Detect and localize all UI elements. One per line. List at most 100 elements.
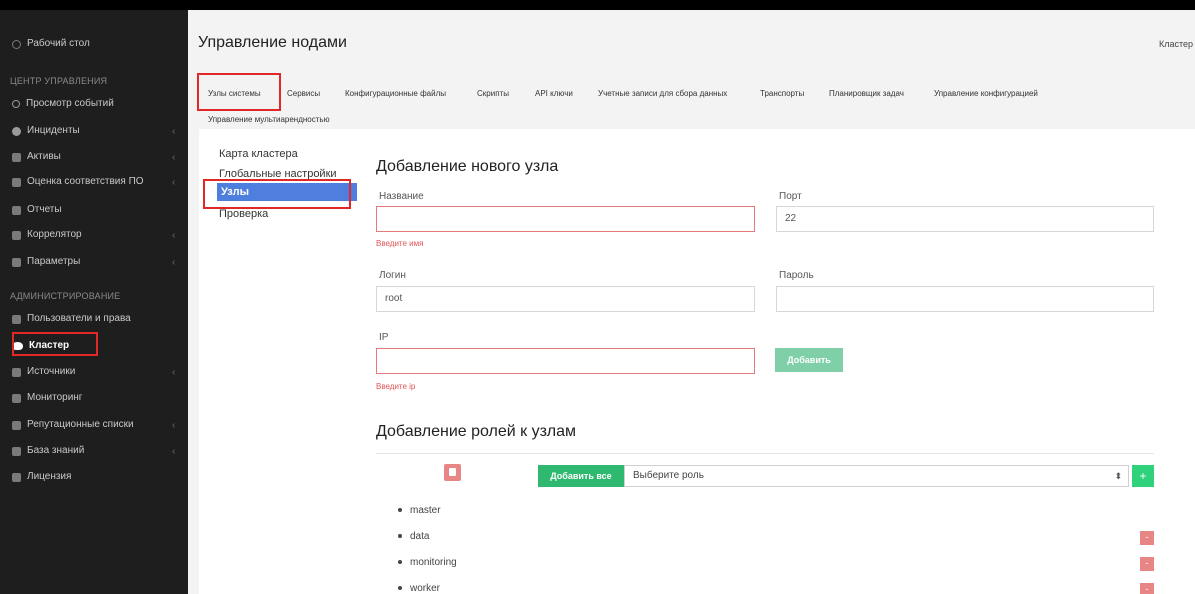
role-select[interactable]: Выберите роль ⬍ (624, 465, 1129, 487)
remove-role-monitoring-button[interactable]: - (1140, 557, 1154, 571)
cloud-icon (12, 342, 23, 350)
book-icon (12, 446, 21, 456)
chevron-left-icon[interactable]: ‹ (172, 367, 175, 378)
correlator-icon (12, 230, 21, 240)
sources-icon (12, 367, 21, 377)
sidebar-item-label: Оценка соответствия ПО (27, 176, 144, 187)
tab-transports[interactable]: Транспорты (760, 89, 804, 98)
nav-cluster-map[interactable]: Карта кластера (219, 145, 359, 163)
content-card: Карта кластера Глобальные настройки Узлы… (199, 129, 1195, 594)
sidebar-item-knowledge[interactable]: База знаний (12, 442, 84, 460)
sidebar-item-label: Отчеты (27, 204, 62, 215)
tab-accounts[interactable]: Учетные записи для сбора данных (598, 89, 727, 98)
sidebar-item-label: Параметры (27, 256, 81, 267)
tab-bar: Узлы системы Сервисы Конфигурационные фа… (188, 73, 1195, 129)
sidebar-item-label: Репутационные списки (27, 419, 134, 430)
name-error: Введите имя (376, 239, 424, 248)
chevron-left-icon[interactable]: ‹ (172, 420, 175, 431)
sidebar-item-license[interactable]: Лицензия (12, 468, 71, 486)
search-icon (12, 100, 20, 108)
sidebar-item-sources[interactable]: Источники (12, 363, 75, 381)
sidebar-item-cluster[interactable]: Кластер (12, 337, 69, 355)
users-icon (12, 314, 21, 324)
trash-icon[interactable] (444, 464, 461, 481)
port-input[interactable]: 22 (776, 206, 1154, 232)
sidebar-item-label: Просмотр событий (26, 98, 114, 109)
sidebar-item-label: Рабочий стол (27, 38, 90, 49)
chevron-left-icon[interactable]: ‹ (172, 152, 175, 163)
sidebar-item-incidents[interactable]: Инциденты (12, 122, 80, 140)
sidebar-item-label: Источники (27, 366, 76, 377)
password-label: Пароль (779, 270, 814, 281)
top-black-bar (0, 0, 1195, 10)
sidebar-item-reputation[interactable]: Репутационные списки (12, 416, 134, 434)
ip-input[interactable] (376, 348, 755, 374)
add-node-heading: Добавление нового узла (376, 158, 559, 175)
sidebar-item-label: Кластер (29, 340, 70, 351)
bar-chart-icon (12, 205, 21, 215)
login-label: Логин (379, 270, 406, 281)
chevron-left-icon[interactable]: ‹ (172, 257, 175, 268)
sidebar-item-parameters[interactable]: Параметры (12, 253, 80, 271)
document-icon (12, 177, 21, 187)
license-icon (12, 472, 21, 482)
tab-config-files[interactable]: Конфигурационные файлы (345, 89, 446, 98)
nav-check[interactable]: Проверка (219, 205, 359, 223)
sidebar-item-label: Коррелятор (27, 229, 82, 240)
incident-icon (12, 126, 21, 136)
sidebar-item-compliance[interactable]: Оценка соответствия ПО (12, 173, 144, 191)
nav-global-settings[interactable]: Глобальные настройки (219, 165, 359, 183)
sidebar-item-label: Лицензия (27, 471, 72, 482)
sidebar-item-assets[interactable]: Активы (12, 148, 61, 166)
add-role-button[interactable]: + (1132, 465, 1154, 487)
gear-icon (12, 257, 21, 267)
tab-api-keys[interactable]: API ключи (535, 89, 573, 98)
tab-scheduler[interactable]: Планировщик задач (829, 89, 904, 98)
password-input[interactable] (776, 286, 1154, 312)
sidebar-item-monitoring[interactable]: Мониторинг (12, 389, 82, 407)
role-item-master: master (398, 505, 441, 516)
roles-divider (376, 453, 1154, 454)
add-node-button[interactable]: Добавить (775, 348, 843, 372)
sidebar-section-control: ЦЕНТР УПРАВЛЕНИЯ (10, 76, 108, 86)
ip-error: Введите ip (376, 382, 416, 391)
main-area: Управление нодами Кластер Узлы системы С… (188, 10, 1195, 594)
port-label: Порт (779, 191, 802, 202)
sidebar-item-desktop[interactable]: Рабочий стол (12, 35, 90, 53)
sidebar-section-admin: АДМИНИСТРИРОВАНИЕ (10, 291, 121, 301)
sidebar-item-label: База знаний (27, 445, 85, 456)
sidebar-item-label: Пользователи и права (27, 313, 131, 324)
remove-role-data-button[interactable]: - (1140, 531, 1154, 545)
dashboard-icon (12, 39, 21, 49)
sidebar-item-events[interactable]: Просмотр событий (12, 95, 114, 113)
page-title: Управление нодами (198, 34, 347, 51)
sidebar-item-reports[interactable]: Отчеты (12, 201, 62, 219)
nav-nodes[interactable]: Узлы (217, 183, 357, 201)
chevron-left-icon[interactable]: ‹ (172, 230, 175, 241)
tab-services[interactable]: Сервисы (287, 89, 320, 98)
sidebar-item-label: Инциденты (27, 125, 80, 136)
tab-multitenancy[interactable]: Управление мультиарендностью (208, 115, 330, 124)
chevron-left-icon[interactable]: ‹ (172, 126, 175, 137)
header-cluster-link[interactable]: Кластер (1159, 39, 1193, 49)
add-roles-heading: Добавление ролей к узлам (376, 423, 576, 440)
tab-scripts[interactable]: Скрипты (477, 89, 509, 98)
chevron-left-icon[interactable]: ‹ (172, 177, 175, 188)
role-item-worker: worker (398, 583, 440, 594)
sidebar: Рабочий стол ЦЕНТР УПРАВЛЕНИЯ Просмотр с… (0, 10, 188, 594)
sidebar-item-correlator[interactable]: Коррелятор (12, 226, 82, 244)
chevron-left-icon[interactable]: ‹ (172, 446, 175, 457)
tab-system-nodes[interactable]: Узлы системы (208, 89, 261, 98)
sidebar-item-label: Мониторинг (27, 392, 83, 403)
role-item-monitoring: monitoring (398, 557, 457, 568)
add-all-button[interactable]: Добавить все (538, 465, 624, 487)
ip-label: IP (379, 332, 389, 343)
name-input[interactable] (376, 206, 755, 232)
login-input[interactable]: root (376, 286, 755, 312)
assets-icon (12, 152, 21, 162)
role-select-value: Выберите роль (633, 470, 704, 481)
sidebar-item-users[interactable]: Пользователи и права (12, 310, 131, 328)
tab-config-management[interactable]: Управление конфигурацией (934, 89, 1038, 98)
list-icon (12, 420, 21, 430)
remove-role-worker-button[interactable]: - (1140, 583, 1154, 594)
